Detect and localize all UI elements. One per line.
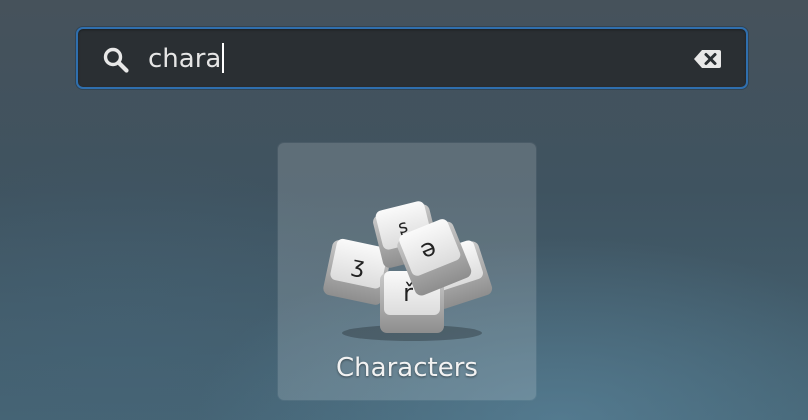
- app-result-label: Characters: [336, 353, 478, 383]
- search-input[interactable]: chara: [76, 27, 748, 89]
- clear-text-icon[interactable]: [693, 49, 722, 69]
- app-result-characters[interactable]: ʒ ř ʂ ə Characters: [278, 143, 536, 400]
- search-query-text[interactable]: chara: [148, 43, 225, 75]
- search-icon: [103, 47, 129, 73]
- characters-app-icon: ʒ ř ʂ ə: [323, 201, 493, 341]
- search-query-value: chara: [148, 44, 222, 74]
- text-caret: [222, 43, 225, 73]
